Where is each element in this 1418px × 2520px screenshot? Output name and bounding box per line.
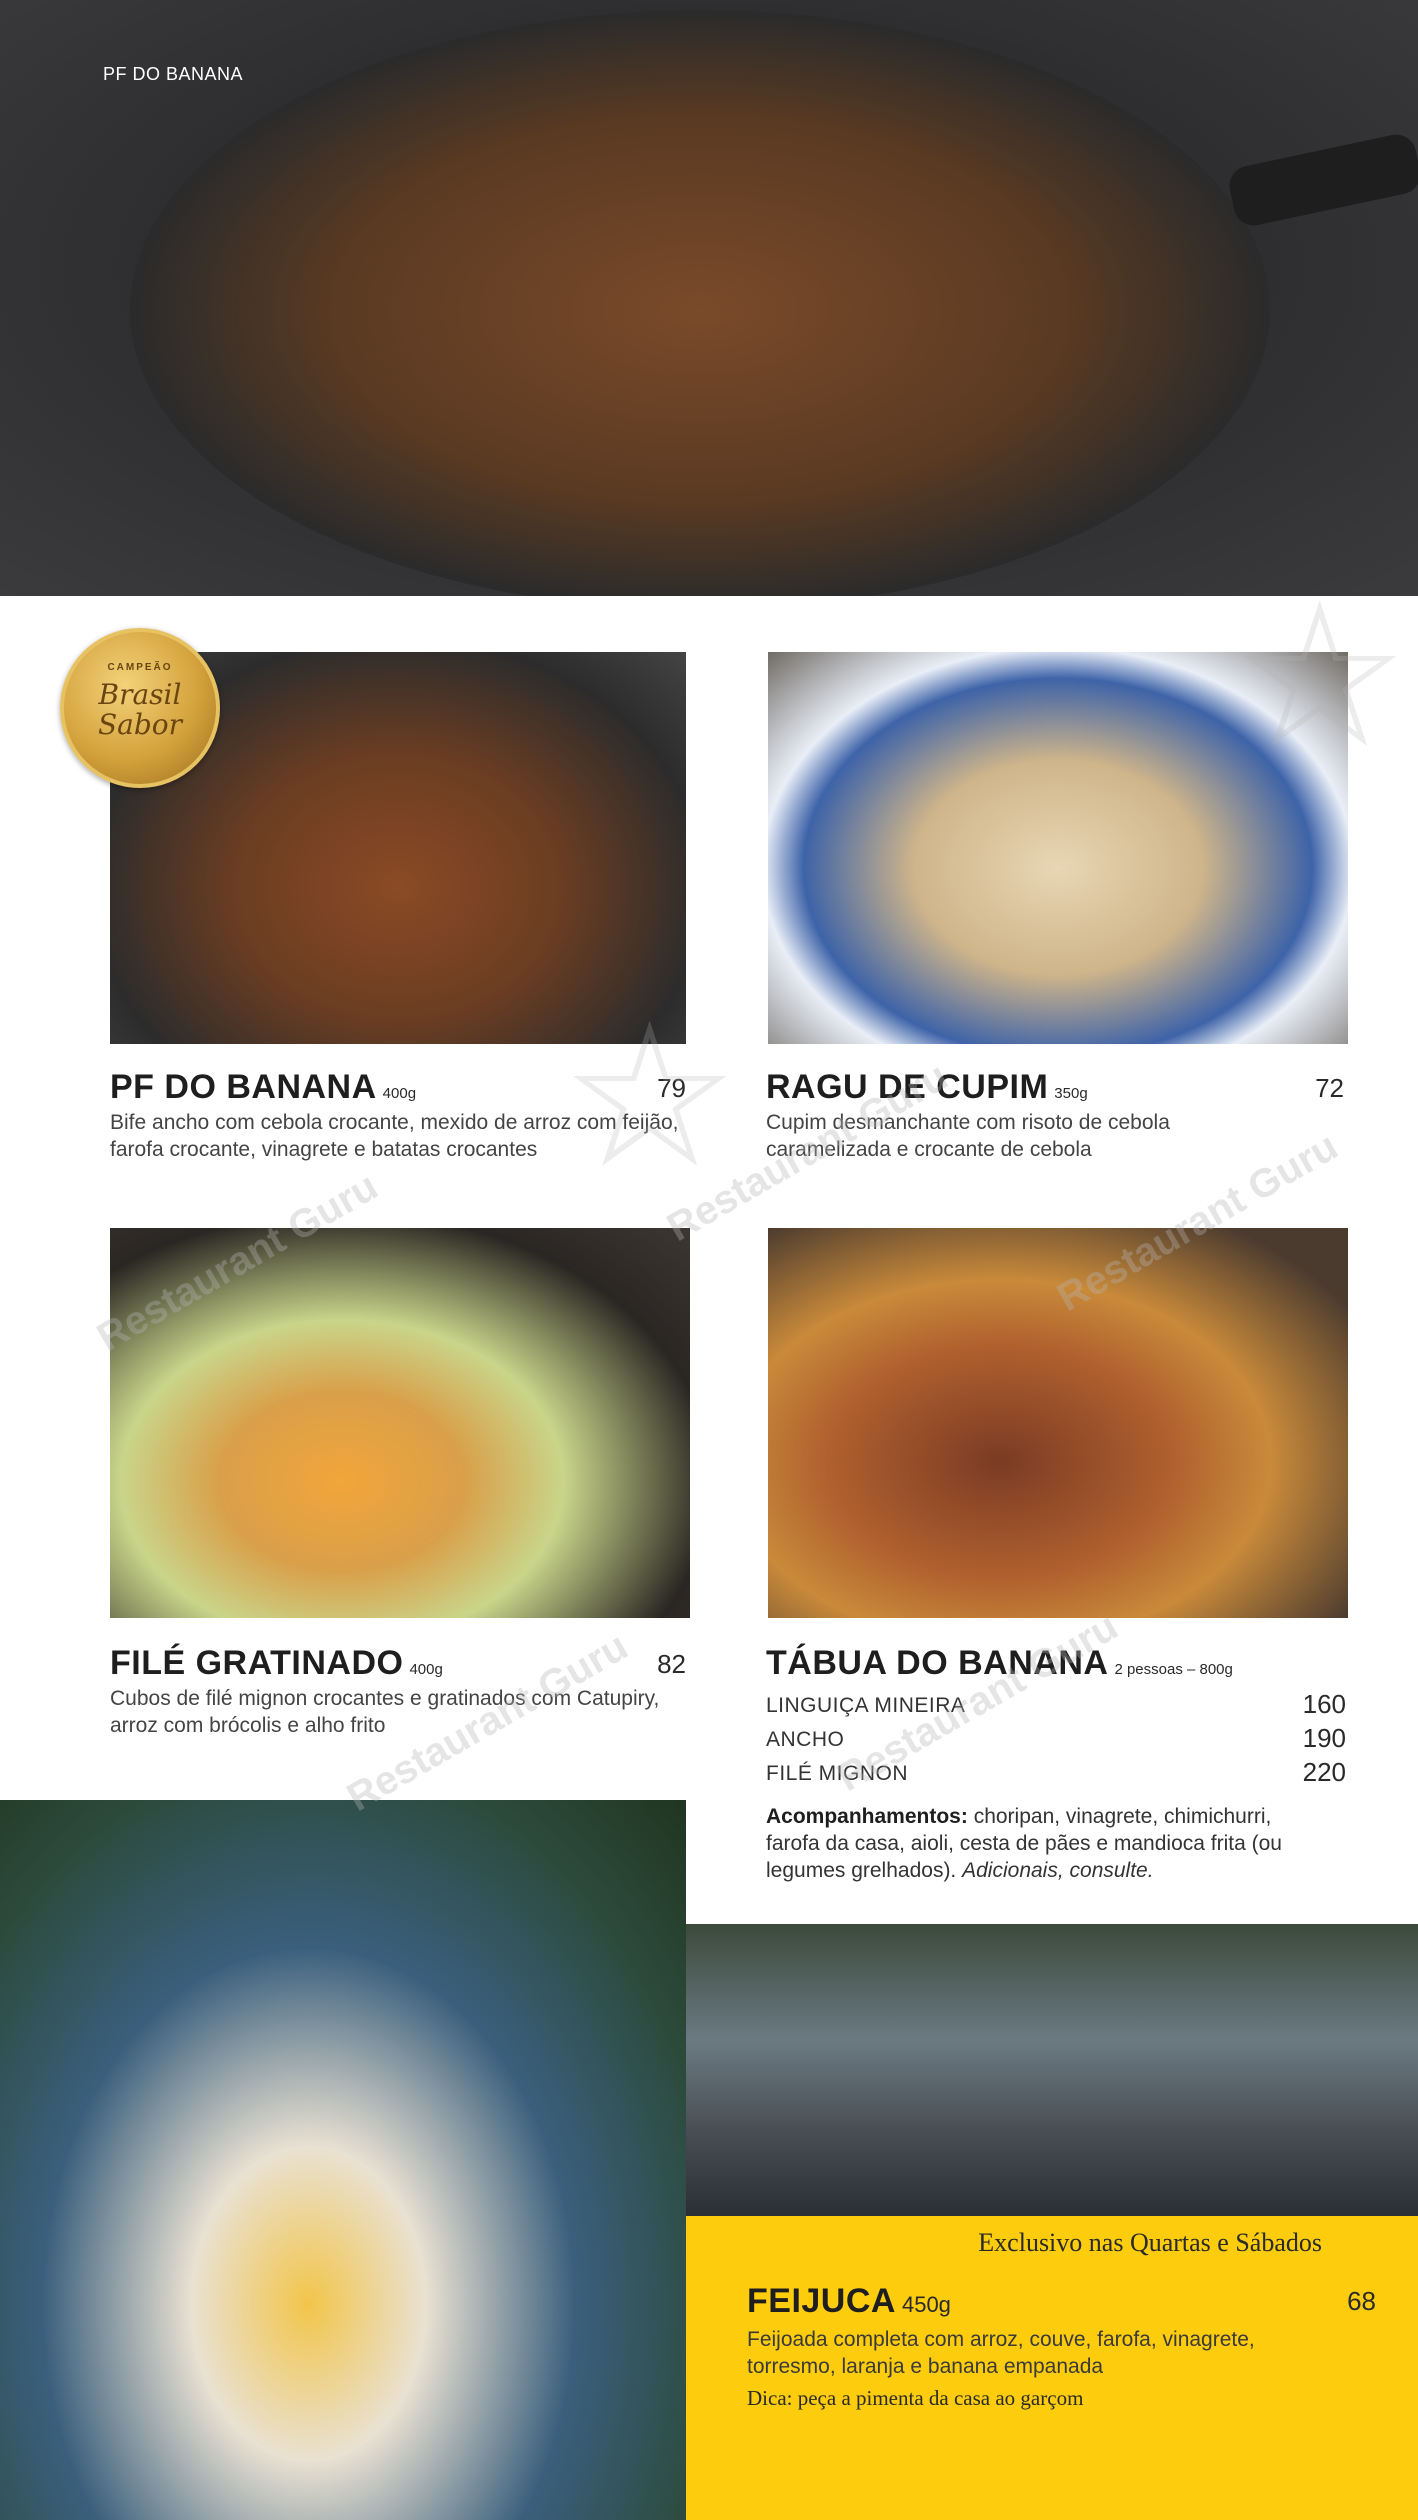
tabua-accompaniments: Acompanhamentos: choripan, vinagrete, ch… bbox=[766, 1803, 1286, 1884]
dish-price: 72 bbox=[1315, 1073, 1344, 1103]
hero-photo: PF DO BANANA bbox=[0, 0, 1418, 596]
dish-weight: 350g bbox=[1054, 1085, 1088, 1102]
seal-main-text: Brasil Sabor bbox=[64, 680, 216, 740]
seal-top-text: CAMPEÃO bbox=[107, 662, 173, 673]
option-price: 160 bbox=[1302, 1689, 1346, 1719]
dish-title: TÁBUA DO BANANA 2 pessoas – 800g bbox=[766, 1644, 1346, 1683]
dish-description: Feijoada completa com arroz, couve, faro… bbox=[747, 2328, 1255, 2378]
dish-name: RAGU DE CUPIM bbox=[766, 1068, 1049, 1106]
option-price: 220 bbox=[1302, 1757, 1346, 1787]
dish-weight: 2 pessoas – 800g bbox=[1114, 1661, 1233, 1678]
restaurant-interior-photo bbox=[686, 1924, 1418, 2216]
exclusive-note: Exclusivo nas Quartas e Sábados bbox=[978, 2228, 1322, 2257]
hero-label: PF DO BANANA bbox=[103, 64, 244, 84]
dish-title: RAGU DE CUPIM 350g bbox=[766, 1068, 1344, 1107]
option-label: ANCHO bbox=[766, 1728, 845, 1751]
ragu-de-cupim-photo bbox=[768, 652, 1348, 1044]
tabua-do-banana-photo bbox=[768, 1228, 1348, 1618]
tabua-option-row: ANCHO 190 bbox=[766, 1723, 1346, 1757]
dish-weight: 400g bbox=[382, 1085, 417, 1102]
dish-price: 79 bbox=[657, 1073, 686, 1103]
dish-price: 82 bbox=[657, 1649, 686, 1679]
menu-item-tabua-do-banana: TÁBUA DO BANANA 2 pessoas – 800g LINGUIÇA… bbox=[766, 1644, 1346, 1884]
dish-weight: 450g bbox=[901, 2292, 951, 2317]
dish-name: FEIJUCA bbox=[747, 2282, 896, 2320]
dish-description: Cupim desmanchante com risoto de cebola … bbox=[766, 1111, 1170, 1161]
tabua-option-row: FILÉ MIGNON 220 bbox=[766, 1757, 1346, 1791]
dish-title: FILÉ GRATINADO 400g bbox=[110, 1644, 686, 1683]
menu-item-file-gratinado: FILÉ GRATINADO 400g 82 Cubos de filé mign… bbox=[110, 1644, 686, 1739]
feijuca-panel: Exclusivo nas Quartas e Sábados FEIJUCA 4… bbox=[686, 2216, 1418, 2520]
seal-line-1: Brasil bbox=[98, 678, 182, 711]
feijuca-photo bbox=[0, 1800, 686, 2520]
hero-pan-image bbox=[130, 10, 1270, 596]
dish-name: TÁBUA DO BANANA bbox=[766, 1644, 1109, 1682]
menu-item-ragu-de-cupim: RAGU DE CUPIM 350g 72 Cupim desmanchante … bbox=[766, 1068, 1344, 1163]
dish-name: FILÉ GRATINADO bbox=[110, 1644, 404, 1682]
dish-title: PF DO BANANA 400g bbox=[110, 1068, 686, 1107]
dish-description: Bife ancho com cebola crocante, mexido d… bbox=[110, 1111, 679, 1161]
brasil-sabor-seal: CAMPEÃO Brasil Sabor bbox=[60, 628, 220, 788]
dish-name: PF DO BANANA bbox=[110, 1068, 377, 1106]
seal-line-2: Sabor bbox=[97, 708, 183, 741]
accompaniments-label: Acompanhamentos: bbox=[766, 1805, 968, 1828]
dish-weight: 400g bbox=[409, 1661, 443, 1678]
additional-note: Adicionais, consulte. bbox=[962, 1859, 1154, 1882]
dish-title: FEIJUCA 450g bbox=[747, 2282, 951, 2321]
dish-price: 68 bbox=[1347, 2286, 1376, 2316]
file-gratinado-photo bbox=[110, 1228, 690, 1618]
tabua-option-row: LINGUIÇA MINEIRA 160 bbox=[766, 1689, 1346, 1723]
hero-pan-handle bbox=[1225, 130, 1418, 230]
option-label: FILÉ MIGNON bbox=[766, 1762, 909, 1785]
tip-note: Dica: peça a pimenta da casa ao garçom bbox=[747, 2386, 1084, 2410]
option-price: 190 bbox=[1302, 1723, 1346, 1753]
dish-description: Cubos de filé mignon crocantes e gratina… bbox=[110, 1687, 660, 1737]
menu-item-pf-do-banana: PF DO BANANA 400g 79 Bife ancho com cebol… bbox=[110, 1068, 686, 1163]
option-label: LINGUIÇA MINEIRA bbox=[766, 1694, 966, 1717]
